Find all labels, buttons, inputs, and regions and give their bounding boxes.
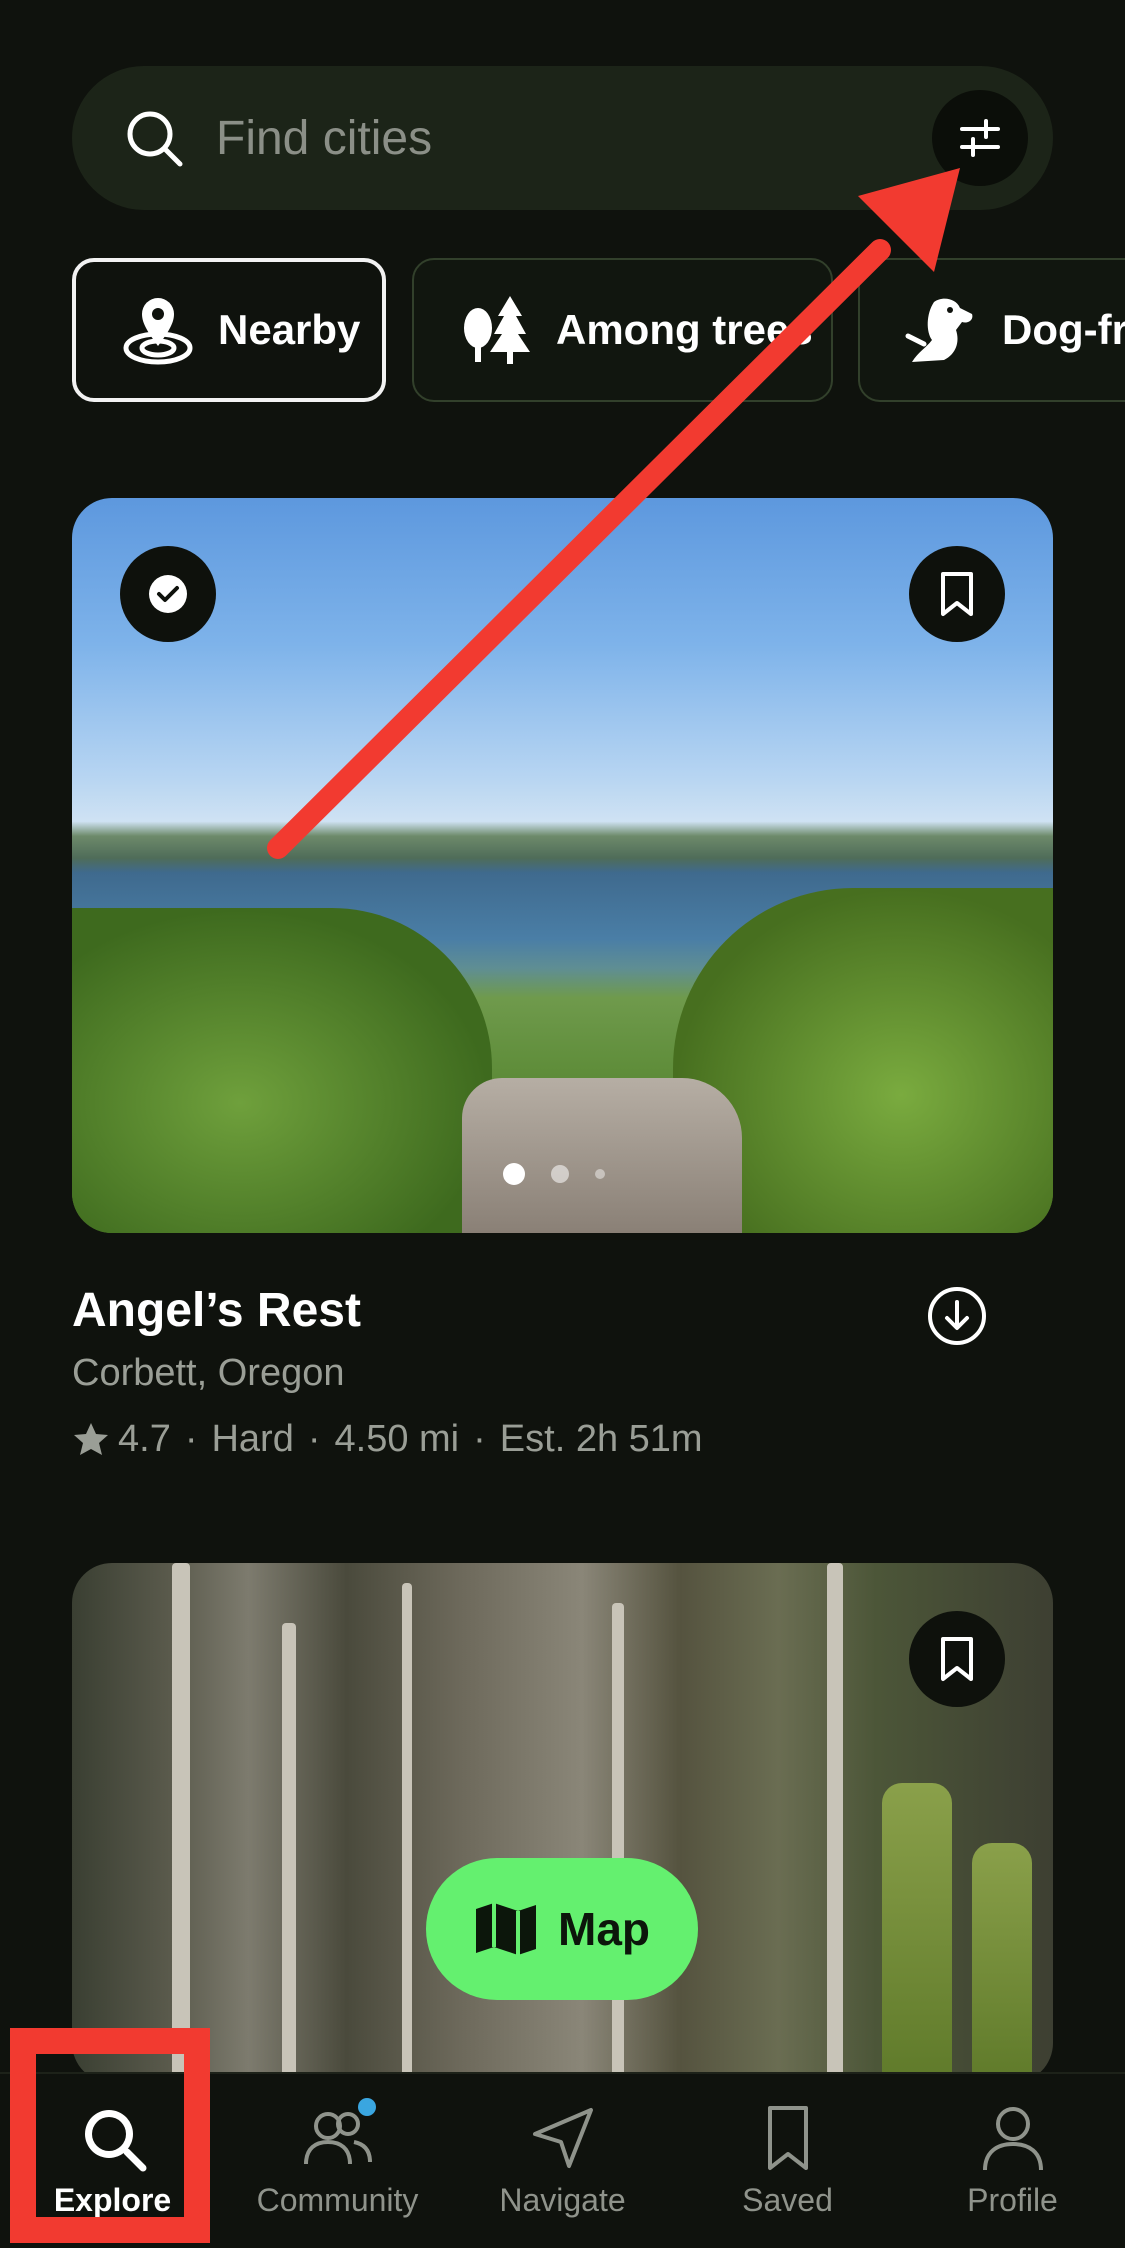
bookmark-icon: [767, 2106, 808, 2170]
search-bar[interactable]: [72, 66, 1053, 210]
image-carousel-dots: [503, 1163, 605, 1185]
photo-moss: [882, 1783, 952, 2083]
map-button[interactable]: Map: [426, 1858, 698, 2000]
chip-label: Nearby: [218, 306, 361, 353]
separator: ·: [307, 1418, 321, 1460]
trees-icon: [464, 296, 530, 364]
nav-saved[interactable]: Saved: [675, 2074, 900, 2248]
save-trail-button[interactable]: [909, 1611, 1005, 1707]
photo-moss: [972, 1843, 1032, 2083]
dog-icon: [905, 298, 973, 362]
trail-photo[interactable]: [72, 498, 1053, 1233]
save-trail-button[interactable]: [909, 546, 1005, 642]
check-circle-icon: [149, 575, 187, 613]
map-button-label: Map: [558, 1903, 650, 1955]
nav-profile[interactable]: Profile: [900, 2074, 1125, 2248]
navigate-icon: [532, 2108, 593, 2168]
chip-nearby[interactable]: Nearby: [72, 258, 386, 402]
carousel-dot: [503, 1163, 525, 1185]
filter-button[interactable]: [932, 90, 1028, 186]
photo-tree: [612, 1603, 624, 2083]
trail-estimate: Est. 2h 51m: [499, 1418, 703, 1460]
nav-navigate[interactable]: Navigate: [450, 2074, 675, 2248]
photo-tree: [172, 1563, 190, 2083]
trail-stats: 4.7 · Hard · 4.50 mi · Est. 2h 51m: [72, 1418, 703, 1461]
chip-label: Among trees: [556, 306, 813, 353]
star-icon: [74, 1422, 108, 1455]
search-input[interactable]: [216, 102, 976, 174]
sliders-icon: [960, 119, 1000, 157]
chip-dog-friendly[interactable]: Dog-fr: [858, 258, 1125, 402]
search-icon: [127, 111, 183, 167]
download-icon[interactable]: [926, 1285, 988, 1347]
nav-label: Community: [256, 2182, 419, 2218]
nav-icon-wrap: [302, 2098, 376, 2174]
trail-length: 4.50 mi: [334, 1418, 460, 1460]
bookmark-icon: [941, 572, 973, 616]
trail-location: Corbett, Oregon: [72, 1352, 345, 1394]
nearby-pin-icon: [123, 298, 193, 365]
profile-icon: [982, 2107, 1043, 2171]
photo-rocks: [462, 1078, 742, 1233]
annotation-highlight-box: [10, 2028, 210, 2243]
chip-among-trees[interactable]: Among trees: [412, 258, 833, 402]
separator: ·: [184, 1418, 198, 1460]
bookmark-icon: [941, 1637, 973, 1681]
nav-label: Profile: [967, 2182, 1058, 2218]
trail-photo[interactable]: [72, 1563, 1053, 2083]
photo-tree: [827, 1563, 843, 2083]
photo-tree: [282, 1623, 296, 2083]
nav-community[interactable]: Community: [225, 2074, 450, 2248]
carousel-dot: [595, 1169, 605, 1179]
photo-tree: [402, 1583, 412, 2083]
trail-difficulty: Hard: [211, 1418, 294, 1460]
map-icon: [476, 1903, 536, 1955]
nav-label: Saved: [742, 2182, 833, 2218]
photo-foliage: [72, 908, 492, 1233]
completed-badge: [120, 546, 216, 642]
notification-dot: [357, 2098, 376, 2116]
nav-label: Navigate: [499, 2182, 626, 2218]
carousel-dot: [551, 1165, 569, 1183]
trail-rating: 4.7: [118, 1418, 171, 1460]
separator: ·: [473, 1418, 486, 1460]
chip-label: Dog-fr: [1002, 306, 1125, 353]
trail-title[interactable]: Angel’s Rest: [72, 1283, 361, 1338]
